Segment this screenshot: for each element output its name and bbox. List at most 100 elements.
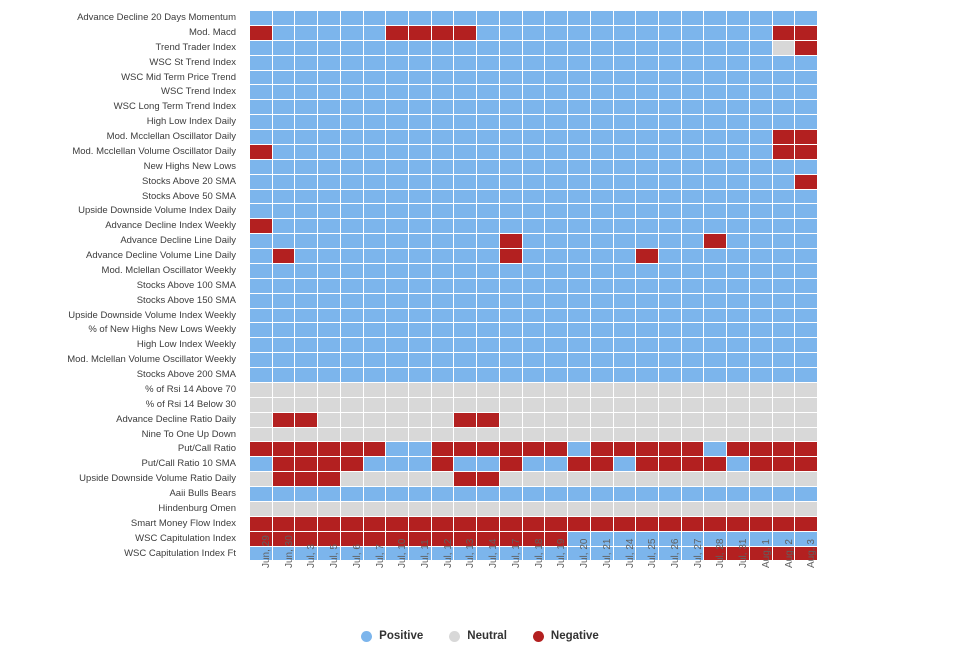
heatmap-cell[interactable]: [250, 487, 273, 502]
heatmap-cell[interactable]: [340, 70, 364, 86]
heatmap-cell[interactable]: [454, 174, 478, 190]
heatmap-cell[interactable]: [522, 144, 546, 160]
heatmap-cell[interactable]: [386, 501, 410, 517]
heatmap-cell[interactable]: [318, 368, 341, 383]
heatmap-cell[interactable]: [613, 442, 637, 458]
heatmap-cell[interactable]: [318, 412, 341, 428]
heatmap-cell[interactable]: [681, 130, 705, 145]
heatmap-cell[interactable]: [727, 70, 750, 86]
heatmap-cell[interactable]: [749, 293, 773, 309]
heatmap-cell[interactable]: [454, 397, 478, 413]
heatmap-cell[interactable]: [590, 457, 614, 473]
heatmap-cell[interactable]: [295, 40, 319, 56]
heatmap-cell[interactable]: [727, 115, 750, 130]
heatmap-cell[interactable]: [431, 144, 455, 160]
heatmap-cell[interactable]: [318, 189, 341, 205]
heatmap-cell[interactable]: [454, 472, 478, 487]
heatmap-cell[interactable]: [727, 249, 750, 264]
heatmap-cell[interactable]: [681, 487, 705, 502]
heatmap-cell[interactable]: [363, 144, 387, 160]
heatmap-cell[interactable]: [772, 293, 796, 309]
heatmap-cell[interactable]: [704, 219, 728, 235]
heatmap-cell[interactable]: [681, 249, 705, 264]
heatmap-cell[interactable]: [295, 397, 319, 413]
heatmap-cell[interactable]: [295, 516, 319, 532]
heatmap-cell[interactable]: [568, 130, 591, 145]
heatmap-cell[interactable]: [522, 100, 546, 116]
heatmap-cell[interactable]: [545, 487, 569, 502]
heatmap-cell[interactable]: [749, 368, 773, 383]
heatmap-cell[interactable]: [749, 85, 773, 101]
heatmap-cell[interactable]: [545, 189, 569, 205]
heatmap-cell[interactable]: [363, 368, 387, 383]
heatmap-cell[interactable]: [658, 412, 682, 428]
heatmap-cell[interactable]: [363, 382, 387, 398]
heatmap-cell[interactable]: [568, 174, 591, 190]
heatmap-cell[interactable]: [250, 338, 273, 354]
heatmap-cell[interactable]: [772, 159, 796, 175]
heatmap-cell[interactable]: [749, 427, 773, 443]
heatmap-cell[interactable]: [636, 501, 659, 517]
heatmap-cell[interactable]: [272, 278, 296, 294]
heatmap-cell[interactable]: [318, 11, 341, 26]
heatmap-cell[interactable]: [272, 204, 296, 220]
heatmap-cell[interactable]: [749, 189, 773, 205]
heatmap-cell[interactable]: [340, 100, 364, 116]
heatmap-cell[interactable]: [499, 115, 523, 130]
heatmap-cell[interactable]: [272, 11, 296, 26]
heatmap-cell[interactable]: [658, 11, 682, 26]
heatmap-cell[interactable]: [340, 397, 364, 413]
heatmap-cell[interactable]: [704, 338, 728, 354]
heatmap-cell[interactable]: [477, 412, 500, 428]
heatmap-cell[interactable]: [568, 70, 591, 86]
heatmap-cell[interactable]: [477, 159, 500, 175]
heatmap-cell[interactable]: [681, 219, 705, 235]
heatmap-cell[interactable]: [499, 457, 523, 473]
heatmap-cell[interactable]: [590, 308, 614, 324]
heatmap-cell[interactable]: [272, 249, 296, 264]
heatmap-cell[interactable]: [568, 516, 591, 532]
heatmap-cell[interactable]: [772, 501, 796, 517]
heatmap-cell[interactable]: [704, 501, 728, 517]
heatmap-cell[interactable]: [250, 278, 273, 294]
heatmap-cell[interactable]: [568, 219, 591, 235]
heatmap-cell[interactable]: [590, 85, 614, 101]
heatmap-cell[interactable]: [363, 427, 387, 443]
heatmap-cell[interactable]: [568, 487, 591, 502]
heatmap-cell[interactable]: [454, 308, 478, 324]
heatmap-cell[interactable]: [431, 427, 455, 443]
heatmap-cell[interactable]: [681, 144, 705, 160]
heatmap-cell[interactable]: [795, 55, 818, 71]
heatmap-cell[interactable]: [477, 293, 500, 309]
heatmap-cell[interactable]: [613, 472, 637, 487]
heatmap-cell[interactable]: [318, 263, 341, 279]
heatmap-cell[interactable]: [613, 189, 637, 205]
heatmap-cell[interactable]: [250, 130, 273, 145]
heatmap-cell[interactable]: [340, 263, 364, 279]
heatmap-cell[interactable]: [613, 353, 637, 368]
heatmap-cell[interactable]: [477, 40, 500, 56]
heatmap-cell[interactable]: [477, 516, 500, 532]
heatmap-cell[interactable]: [318, 278, 341, 294]
heatmap-cell[interactable]: [681, 382, 705, 398]
heatmap-cell[interactable]: [704, 412, 728, 428]
heatmap-cell[interactable]: [522, 412, 546, 428]
heatmap-cell[interactable]: [340, 278, 364, 294]
heatmap-cell[interactable]: [250, 11, 273, 26]
heatmap-cell[interactable]: [613, 457, 637, 473]
heatmap-cell[interactable]: [613, 368, 637, 383]
heatmap-cell[interactable]: [522, 11, 546, 26]
heatmap-cell[interactable]: [795, 353, 818, 368]
heatmap-cell[interactable]: [318, 174, 341, 190]
heatmap-cell[interactable]: [272, 55, 296, 71]
heatmap-cell[interactable]: [386, 457, 410, 473]
heatmap-cell[interactable]: [409, 293, 432, 309]
heatmap-cell[interactable]: [545, 412, 569, 428]
heatmap-cell[interactable]: [454, 427, 478, 443]
heatmap-cell[interactable]: [340, 189, 364, 205]
heatmap-cell[interactable]: [636, 442, 659, 458]
heatmap-cell[interactable]: [727, 427, 750, 443]
heatmap-cell[interactable]: [545, 55, 569, 71]
heatmap-cell[interactable]: [795, 487, 818, 502]
heatmap-cell[interactable]: [499, 55, 523, 71]
